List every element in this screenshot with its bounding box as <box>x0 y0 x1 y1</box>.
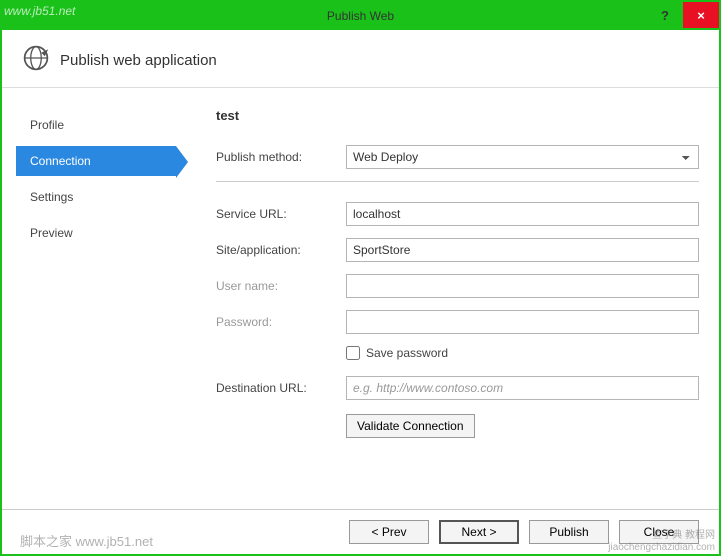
row-password: Password: <box>216 310 699 334</box>
watermark-top-left: www.jb51.net <box>4 4 75 18</box>
row-site-application: Site/application: <box>216 238 699 262</box>
validate-connection-button[interactable]: Validate Connection <box>346 414 475 438</box>
divider <box>216 181 699 182</box>
watermark-bottom-right: 查字典 教程网 jiaochengchazidian.com <box>608 530 715 554</box>
service-url-input[interactable] <box>346 202 699 226</box>
destination-url-label: Destination URL: <box>216 381 346 395</box>
row-username: User name: <box>216 274 699 298</box>
sidebar-item-settings[interactable]: Settings <box>16 182 176 212</box>
password-input[interactable] <box>346 310 699 334</box>
username-label: User name: <box>216 279 346 293</box>
profile-name: test <box>216 108 699 123</box>
publish-web-window: Publish Web ? × Publish web application … <box>0 0 721 556</box>
password-label: Password: <box>216 315 346 329</box>
next-button[interactable]: Next > <box>439 520 519 544</box>
globe-publish-icon <box>22 44 50 77</box>
window-title: Publish Web <box>2 9 719 23</box>
sidebar-item-connection[interactable]: Connection <box>16 146 176 176</box>
dialog-title: Publish web application <box>60 52 217 69</box>
dialog-header: Publish web application <box>2 30 719 88</box>
wizard-sidebar: Profile Connection Settings Preview <box>16 106 176 499</box>
dialog-body: Profile Connection Settings Preview test… <box>2 88 719 509</box>
site-application-input[interactable] <box>346 238 699 262</box>
save-password-label[interactable]: Save password <box>366 346 448 360</box>
save-password-checkbox[interactable] <box>346 346 360 360</box>
sidebar-item-profile[interactable]: Profile <box>16 110 176 140</box>
publish-button[interactable]: Publish <box>529 520 609 544</box>
close-button[interactable]: × <box>683 2 719 28</box>
form-panel: test Publish method: Web Deploy Service … <box>176 106 699 499</box>
sidebar-item-preview[interactable]: Preview <box>16 218 176 248</box>
publish-method-select[interactable]: Web Deploy <box>346 145 699 169</box>
service-url-label: Service URL: <box>216 207 346 221</box>
row-service-url: Service URL: <box>216 202 699 226</box>
prev-button[interactable]: < Prev <box>349 520 429 544</box>
titlebar: Publish Web ? × <box>2 2 719 30</box>
destination-url-input[interactable] <box>346 376 699 400</box>
row-destination-url: Destination URL: <box>216 376 699 400</box>
site-application-label: Site/application: <box>216 243 346 257</box>
titlebar-buttons: ? × <box>647 2 719 30</box>
username-input[interactable] <box>346 274 699 298</box>
row-save-password: Save password <box>346 346 699 360</box>
watermark-bottom-left: 脚本之家 www.jb51.net <box>20 531 153 550</box>
row-publish-method: Publish method: Web Deploy <box>216 145 699 169</box>
publish-method-label: Publish method: <box>216 150 346 164</box>
help-button[interactable]: ? <box>647 2 683 28</box>
row-validate: Validate Connection <box>346 414 699 438</box>
